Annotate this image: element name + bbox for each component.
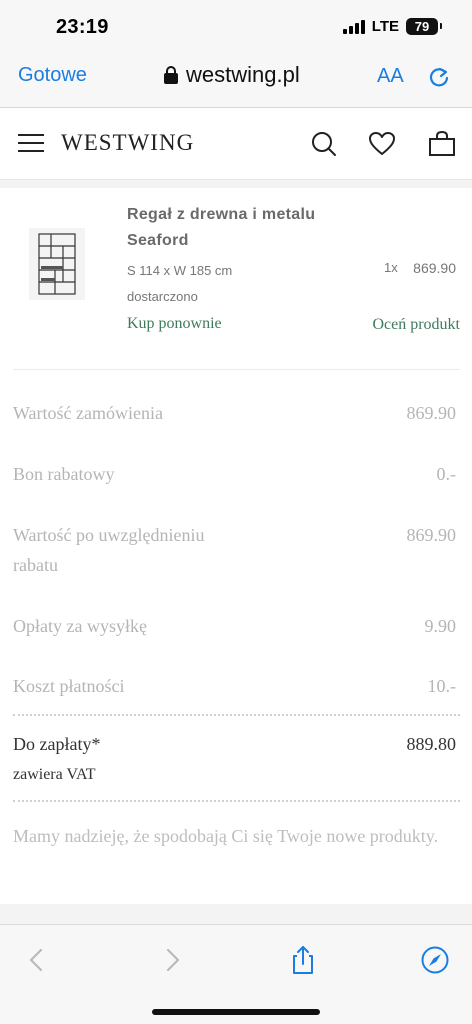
footer-separator — [13, 800, 460, 802]
summary-label-payment-cost: Koszt płatności — [13, 676, 125, 696]
text-size-label: AA — [377, 65, 404, 87]
search-icon[interactable] — [310, 130, 338, 158]
total-separator — [13, 714, 460, 716]
browser-toolbar — [0, 924, 472, 1024]
status-bar: 23:19 LTE 79 — [0, 0, 472, 52]
summary-label-discount: Bon rabatowy — [13, 464, 115, 484]
summary-label-shipping: Opłaty za wysyłkę — [13, 616, 147, 636]
divider — [13, 369, 460, 370]
summary-value-discount: 0.- — [436, 464, 457, 484]
product-image[interactable] — [29, 228, 85, 300]
site-header: WESTWING — [0, 108, 472, 180]
summary-value-order-value: 869.90 — [406, 403, 457, 423]
buy-again-link[interactable]: Kup ponownie — [127, 315, 222, 333]
forward-icon[interactable] — [157, 945, 187, 975]
done-button[interactable]: Gotowe — [18, 64, 87, 87]
battery-icon: 79 — [406, 18, 442, 35]
product-size: S 114 x W 185 cm — [127, 263, 233, 278]
address-bar[interactable]: westwing.pl — [164, 62, 300, 88]
home-indicator — [152, 1009, 320, 1015]
cart-icon[interactable] — [428, 130, 456, 158]
signal-icon — [342, 19, 365, 34]
order-product: Regał z drewna i metalu Seaford S 114 x … — [0, 188, 472, 368]
back-icon[interactable] — [22, 945, 52, 975]
text-size-button[interactable]: AA — [377, 65, 404, 88]
section-separator-bottom — [0, 904, 472, 924]
compass-icon[interactable] — [420, 945, 450, 975]
browser-bar: Gotowe westwing.pl AA — [0, 52, 472, 108]
product-quantity: 1x — [384, 260, 398, 275]
product-name[interactable]: Regał z drewna i metalu Seaford — [127, 202, 347, 254]
summary-label-after-discount: Wartość po uwzględnieniu rabatu — [13, 525, 205, 575]
network-type: LTE — [371, 18, 399, 35]
share-icon[interactable] — [288, 945, 318, 975]
reload-icon[interactable] — [428, 66, 450, 88]
rate-product-link[interactable]: Oceń produkt — [372, 316, 460, 334]
logo[interactable]: WESTWING — [61, 130, 194, 156]
summary-value-payment-cost: 10.- — [427, 676, 457, 696]
status-time: 23:19 — [56, 16, 109, 38]
product-status: dostarczono — [127, 289, 198, 304]
summary-label-order-value: Wartość zamówienia — [13, 403, 163, 423]
status-indicators: LTE 79 — [342, 18, 442, 35]
summary-value-after-discount: 869.90 — [406, 525, 457, 545]
summary-value-shipping: 9.90 — [424, 616, 457, 636]
menu-icon[interactable] — [18, 134, 44, 152]
section-separator — [0, 180, 472, 188]
thanks-message: Mamy nadzieję, że spodobają Ci się Twoje… — [13, 826, 439, 846]
total-label: Do zapłaty* — [13, 734, 101, 754]
product-price: 869.90 — [413, 260, 456, 276]
url-text: westwing.pl — [186, 62, 300, 87]
heart-icon[interactable] — [368, 130, 396, 158]
vat-note: zawiera VAT — [13, 766, 96, 783]
total-value: 889.80 — [406, 734, 457, 754]
lock-icon — [164, 66, 178, 84]
